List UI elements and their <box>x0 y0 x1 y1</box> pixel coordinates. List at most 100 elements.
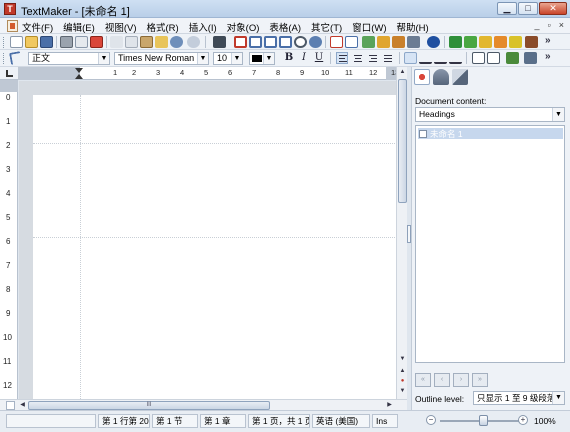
outline-tree[interactable]: 未命名 1 <box>415 125 565 363</box>
redo-icon[interactable] <box>187 36 200 48</box>
bold-button[interactable]: B <box>283 52 295 64</box>
underline-button[interactable]: U <box>313 52 325 64</box>
sync-icon[interactable] <box>509 36 522 48</box>
pointer-icon[interactable] <box>9 51 22 65</box>
frame-icon[interactable] <box>264 36 277 48</box>
toolbar-grip[interactable] <box>3 37 6 48</box>
minimize-button[interactable]: ▁ <box>497 2 517 15</box>
font-family-select[interactable]: Times New Roman ▼ <box>114 52 209 65</box>
numbered-list-icon[interactable] <box>472 52 485 64</box>
sync-icon[interactable] <box>494 36 507 48</box>
horizontal-ruler[interactable]: 1 2 3 4 5 6 7 8 9 10 11 12 13 <box>18 67 407 80</box>
copy-icon[interactable] <box>125 36 138 48</box>
indent-icon[interactable] <box>506 52 519 64</box>
menu-tools[interactable]: 其它(T) <box>311 20 342 34</box>
browse-object-icon[interactable]: ● <box>398 377 407 385</box>
scroll-left-icon[interactable]: ◀ <box>18 401 27 410</box>
doc-minimize-button[interactable]: _ <box>535 20 540 30</box>
doc-close-button[interactable]: × <box>559 20 564 30</box>
outline-level-select[interactable]: 只显示 1 至 9 级段落 ▼ <box>473 391 565 405</box>
cut-icon[interactable] <box>110 36 123 48</box>
document-page[interactable] <box>33 95 396 399</box>
new-document-icon[interactable] <box>10 36 23 48</box>
menu-help[interactable]: 帮助(H) <box>396 20 428 34</box>
toolbar-overflow-button[interactable]: » <box>545 51 551 62</box>
view-mode-icon[interactable] <box>6 401 15 410</box>
align-left-button[interactable] <box>336 52 348 64</box>
align-justify-button[interactable] <box>381 52 393 64</box>
document-icon[interactable] <box>407 36 420 48</box>
document-area[interactable] <box>19 81 396 399</box>
tab-type-selector[interactable] <box>0 67 18 80</box>
open-folder-icon[interactable] <box>25 36 38 48</box>
outline-item-checkbox[interactable] <box>419 129 427 138</box>
previous-page-icon[interactable]: ▲ <box>398 367 407 375</box>
print-icon[interactable] <box>60 36 73 48</box>
previous-heading-button[interactable]: ‹ <box>434 373 450 387</box>
menu-file[interactable]: 文件(F) <box>22 20 53 34</box>
tab-center-icon[interactable] <box>419 52 432 64</box>
horizontal-scrollbar[interactable]: ◀ III ▶ <box>0 399 407 410</box>
toolbar-grip[interactable] <box>3 53 6 64</box>
scroll-down-icon[interactable]: ▼ <box>398 355 407 364</box>
database-icon[interactable] <box>392 36 405 48</box>
doc-restore-button[interactable]: ▫ <box>548 20 551 30</box>
maximize-button[interactable]: □ <box>518 2 538 15</box>
scroll-up-icon[interactable]: ▲ <box>398 68 407 77</box>
menu-edit[interactable]: 编辑(E) <box>63 20 95 34</box>
tab-decimal-icon[interactable] <box>449 52 462 64</box>
styles-tab-icon[interactable] <box>452 69 468 85</box>
vertical-scroll-thumb[interactable] <box>398 79 407 203</box>
mobile-icon[interactable] <box>449 36 462 48</box>
save-icon[interactable] <box>40 36 53 48</box>
print-preview-icon[interactable] <box>75 36 88 48</box>
menu-insert[interactable]: 插入(I) <box>189 20 217 34</box>
format-tab-icon[interactable] <box>433 69 449 85</box>
vertical-ruler[interactable]: 0 1 2 3 4 5 6 7 8 9 10 11 12 <box>0 80 18 399</box>
zoom-icon[interactable] <box>294 36 307 48</box>
tab-right-icon[interactable] <box>434 52 447 64</box>
content-type-select[interactable]: Headings ▼ <box>415 107 565 122</box>
font-size-select[interactable]: 10 ▼ <box>213 52 243 65</box>
menu-table[interactable]: 表格(A) <box>269 20 301 34</box>
paste-icon[interactable] <box>140 36 153 48</box>
zoom-in-icon[interactable]: + <box>518 415 528 425</box>
scroll-right-icon[interactable]: ▶ <box>385 401 394 410</box>
last-heading-button[interactable]: » <box>472 373 488 387</box>
outdent-icon[interactable] <box>524 52 537 64</box>
align-right-button[interactable] <box>366 52 378 64</box>
toolbar-overflow-button[interactable]: » <box>545 35 551 46</box>
close-button[interactable]: ✕ <box>539 2 567 15</box>
textmaker-app-icon[interactable]: T <box>4 3 16 15</box>
picture-icon[interactable] <box>279 36 292 48</box>
spell-check-icon[interactable] <box>362 36 375 48</box>
undo-icon[interactable] <box>170 36 183 48</box>
align-center-button[interactable] <box>351 52 363 64</box>
pdf-export-icon[interactable] <box>90 36 103 48</box>
find-icon[interactable] <box>213 36 226 48</box>
italic-button[interactable]: I <box>298 52 310 64</box>
vertical-scrollbar[interactable]: ▲ ▼ ▲ ● ▼ <box>396 67 407 399</box>
next-heading-button[interactable]: › <box>453 373 469 387</box>
next-page-icon[interactable]: ▼ <box>398 387 407 395</box>
field-icon[interactable] <box>345 36 358 48</box>
menu-window[interactable]: 窗口(W) <box>352 20 386 34</box>
horizontal-scroll-thumb[interactable]: III <box>28 401 270 410</box>
planmaker-icon[interactable] <box>479 36 492 48</box>
paragraph-style-select[interactable]: 正文 ▼ <box>28 52 110 65</box>
document-menu-icon[interactable] <box>7 20 18 32</box>
menu-view[interactable]: 视图(V) <box>105 20 137 34</box>
menu-object[interactable]: 对象(O) <box>227 20 260 34</box>
tab-left-icon[interactable] <box>404 52 417 64</box>
first-line-indent-marker[interactable] <box>75 68 83 73</box>
text-frame-icon[interactable] <box>330 36 343 48</box>
left-indent-marker[interactable] <box>75 74 83 79</box>
first-heading-button[interactable]: « <box>415 373 431 387</box>
font-color-select[interactable]: ▼ <box>249 52 275 65</box>
status-language[interactable]: 英语 (美国) <box>312 414 370 428</box>
box-icon[interactable] <box>525 36 538 48</box>
chart-icon[interactable] <box>377 36 390 48</box>
search-replace-icon[interactable] <box>309 36 322 48</box>
menu-format[interactable]: 格式(R) <box>146 20 178 34</box>
columns-icon[interactable] <box>249 36 262 48</box>
